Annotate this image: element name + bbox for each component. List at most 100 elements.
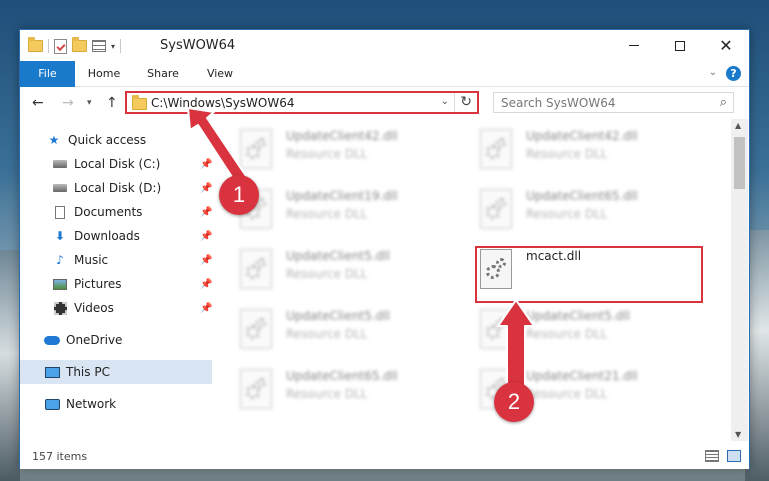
forward-button[interactable]: →	[62, 95, 74, 111]
minimize-icon	[629, 45, 639, 46]
tab-file[interactable]: File	[20, 61, 75, 87]
customize-toolbar-chevron-icon[interactable]: ▾	[111, 42, 115, 51]
sidebar-item-label: Videos	[74, 301, 114, 315]
sidebar-item-local-disk-c[interactable]: Local Disk (C:) 📌	[20, 152, 212, 176]
star-icon: ★	[48, 133, 60, 147]
file-item[interactable]: UpdateClient42.dll Resource DLL	[458, 123, 688, 179]
dll-file-icon	[480, 189, 512, 229]
sidebar-item-pictures[interactable]: Pictures 📌	[20, 272, 212, 296]
search-icon: ⌕	[719, 95, 727, 110]
file-item[interactable]: UpdateClient65.dll Resource DLL	[218, 363, 448, 419]
sidebar-item-documents[interactable]: Documents 📌	[20, 200, 212, 224]
callout-badge-2: 2	[494, 382, 534, 422]
expand-ribbon-chevron-icon[interactable]: ⌄	[709, 67, 717, 78]
pin-icon[interactable]: 📌	[200, 255, 212, 266]
refresh-icon[interactable]: ↻	[460, 94, 472, 110]
toolbar-divider	[48, 39, 49, 53]
sidebar-item-downloads[interactable]: ⬇ Downloads 📌	[20, 224, 212, 248]
sidebar-item-label: Quick access	[68, 133, 147, 147]
large-icons-view-icon[interactable]	[727, 450, 741, 462]
folder-icon	[28, 37, 43, 52]
tab-view[interactable]: View	[198, 61, 242, 87]
pin-icon[interactable]: 📌	[200, 279, 212, 290]
mcact-highlight-box	[475, 246, 703, 303]
window-controls: ✕	[611, 30, 749, 61]
address-bar[interactable]: C:\Windows\SysWOW64 ⌄ ↻	[125, 91, 479, 114]
dll-file-icon	[240, 369, 272, 409]
up-button[interactable]: ↑	[106, 95, 118, 111]
file-item[interactable]: UpdateClient5.dll Resource DLL	[218, 243, 448, 299]
file-name: UpdateClient42.dll	[286, 129, 398, 143]
dll-file-icon	[240, 309, 272, 349]
file-name: UpdateClient5.dll	[526, 309, 630, 323]
file-type: Resource DLL	[286, 267, 368, 281]
dll-file-icon	[240, 129, 272, 169]
pin-icon[interactable]: 📌	[200, 231, 212, 242]
sidebar-item-label: Local Disk (C:)	[74, 157, 161, 171]
file-type: Resource DLL	[286, 207, 368, 221]
quick-access-toolbar: ▾	[28, 37, 122, 55]
close-button[interactable]: ✕	[703, 30, 749, 61]
pin-icon[interactable]: 📌	[200, 303, 212, 314]
scroll-thumb[interactable]	[734, 137, 745, 189]
address-path[interactable]: C:\Windows\SysWOW64	[151, 96, 295, 110]
maximize-button[interactable]	[657, 30, 703, 61]
tab-home[interactable]: Home	[80, 61, 128, 87]
sidebar-item-videos[interactable]: Videos 📌	[20, 296, 212, 320]
ribbon: File Home Share View ⌄ ?	[20, 61, 749, 87]
vertical-scrollbar[interactable]: ▲ ▼	[731, 119, 748, 441]
pin-icon[interactable]: 📌	[200, 207, 212, 218]
dll-file-icon	[480, 129, 512, 169]
sidebar-item-onedrive[interactable]: OneDrive	[20, 328, 212, 352]
sidebar-item-label: Music	[74, 253, 109, 267]
file-type: Resource DLL	[526, 207, 608, 221]
close-icon: ✕	[719, 35, 733, 55]
file-name: UpdateClient65.dll	[286, 369, 398, 383]
scroll-up-icon[interactable]: ▲	[735, 121, 741, 130]
back-button[interactable]: ←	[32, 95, 44, 111]
navigation-bar: ← → ▾ ↑ C:\Windows\SysWOW64 ⌄ ↻ Search S…	[20, 87, 749, 119]
network-icon	[44, 397, 60, 411]
sidebar-item-label: Network	[66, 397, 117, 411]
address-divider	[454, 93, 455, 112]
help-icon[interactable]: ?	[726, 66, 741, 81]
sidebar-item-this-pc[interactable]: This PC	[20, 360, 212, 384]
new-folder-icon[interactable]	[72, 37, 87, 52]
file-type: Resource DLL	[286, 387, 368, 401]
view-options-icon[interactable]	[92, 40, 106, 52]
sidebar-item-quick-access[interactable]: ★ Quick access	[20, 128, 212, 152]
recent-locations-chevron-icon[interactable]: ▾	[87, 98, 92, 108]
sidebar-item-label: This PC	[66, 365, 110, 379]
sidebar-item-network[interactable]: Network	[20, 392, 212, 416]
pin-icon[interactable]: 📌	[200, 183, 212, 194]
minimize-button[interactable]	[611, 30, 657, 61]
search-input[interactable]: Search SysWOW64 ⌕	[493, 92, 734, 113]
file-item[interactable]: UpdateClient42.dll Resource DLL	[218, 123, 448, 179]
search-placeholder: Search SysWOW64	[501, 96, 616, 110]
callout-badge-1: 1	[219, 175, 259, 215]
sidebar-item-local-disk-d[interactable]: Local Disk (D:) 📌	[20, 176, 212, 200]
file-item[interactable]: UpdateClient21.dll Resource DLL	[458, 363, 688, 419]
address-history-chevron-icon[interactable]: ⌄	[441, 96, 449, 107]
this-pc-icon	[44, 365, 60, 379]
file-type: Resource DLL	[286, 327, 368, 341]
videos-icon	[52, 301, 68, 315]
file-item[interactable]: UpdateClient5.dll Resource DLL	[218, 303, 448, 359]
title-bar: ▾ SysWOW64 ✕	[20, 30, 749, 61]
window-title: SysWOW64	[160, 38, 236, 53]
sidebar-item-music[interactable]: ♪ Music 📌	[20, 248, 212, 272]
file-type: Resource DLL	[286, 147, 368, 161]
file-name: UpdateClient42.dll	[526, 129, 638, 143]
properties-icon[interactable]	[54, 38, 67, 54]
tab-share[interactable]: Share	[138, 61, 188, 87]
file-item[interactable]: UpdateClient5.dll Resource DLL	[458, 303, 688, 359]
details-view-icon[interactable]	[705, 450, 719, 462]
file-type: Resource DLL	[526, 387, 608, 401]
scroll-down-icon[interactable]: ▼	[735, 430, 741, 439]
navigation-pane: ★ Quick access Local Disk (C:) 📌 Local D…	[20, 119, 212, 441]
pin-icon[interactable]: 📌	[200, 159, 212, 170]
file-type: Resource DLL	[526, 327, 608, 341]
item-count: 157 items	[32, 450, 88, 463]
file-item[interactable]: UpdateClient65.dll Resource DLL	[458, 183, 688, 239]
sidebar-item-label: Documents	[74, 205, 143, 219]
